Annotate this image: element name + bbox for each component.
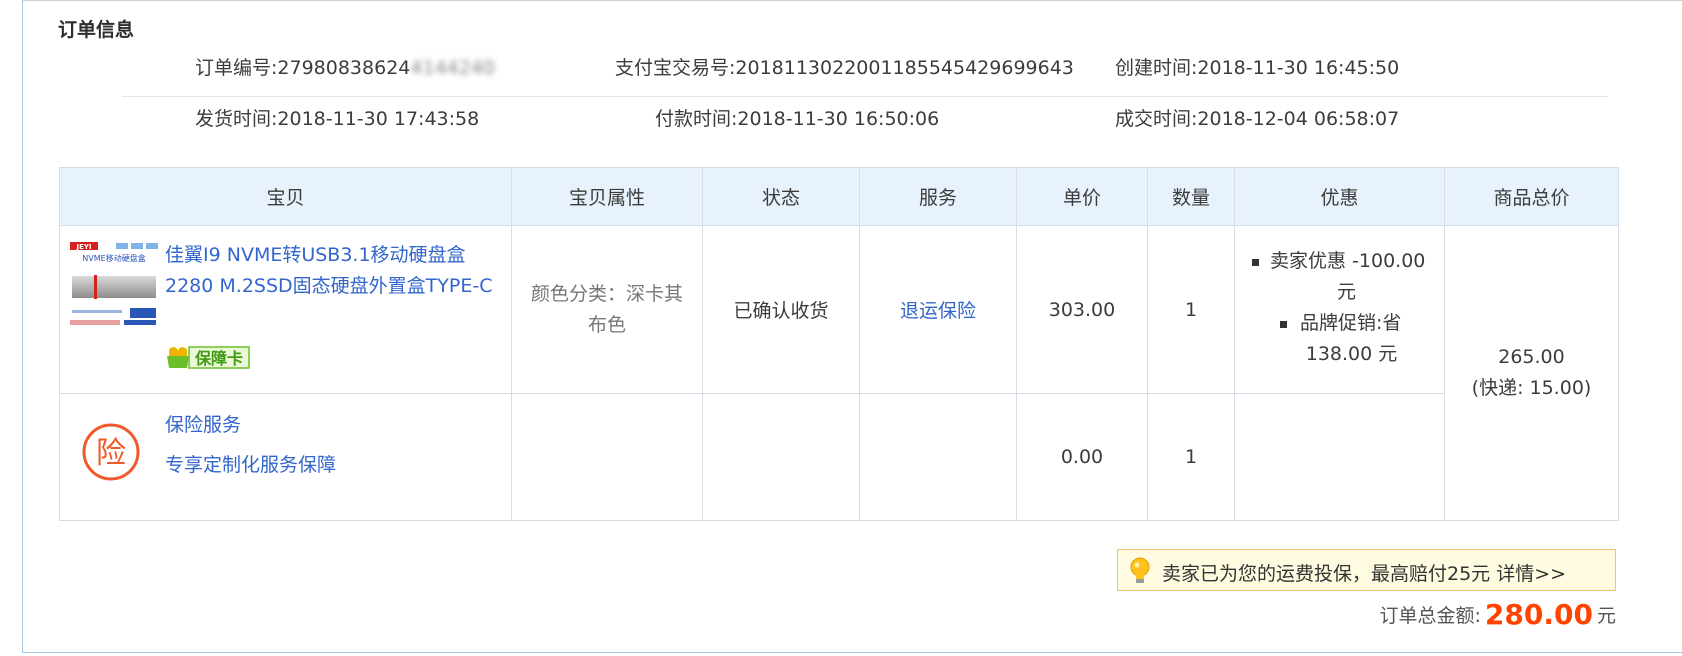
brand-promotion: 品牌促销:省 138.00 元 (1242, 308, 1443, 370)
insurance-service-link[interactable]: 保险服务 (165, 410, 241, 437)
paid-time: 付款时间:2018-11-30 16:50:06 (655, 108, 940, 130)
empty-cell (859, 393, 1017, 521)
unit-price: 303.00 (1016, 225, 1148, 394)
lightbulb-icon (1130, 557, 1150, 583)
product-attribute: 颜色分类：深卡其布色 (511, 225, 703, 394)
guarantee-card-badge[interactable]: 保障卡 (165, 344, 251, 375)
section-title: 订单信息 (58, 19, 135, 41)
header-attribute: 宝贝属性 (511, 167, 703, 226)
bullet-icon (1280, 321, 1287, 328)
guarantee-card-label: 保障卡 (194, 349, 243, 368)
shipping-insurance-notice[interactable]: 卖家已为您的运费投保，最高赔付25元 详情>> (1117, 549, 1616, 591)
header-status: 状态 (702, 167, 860, 226)
seller-discount: 卖家优惠 -100.00 元 (1242, 246, 1443, 308)
header-unit-price: 单价 (1016, 167, 1148, 226)
masked-order-digits: 4144240 (410, 57, 496, 79)
order-number: 订单编号:279808386244144240 (195, 57, 496, 79)
return-shipping-insurance-link[interactable]: 退运保险 (900, 300, 976, 322)
guarantee-card-icon: 保障卡 (167, 346, 250, 369)
header-quantity: 数量 (1147, 167, 1235, 226)
insurance-icon-glyph: 险 (96, 436, 126, 471)
item-total-price: 265.00 (1498, 346, 1565, 368)
order-total-amount: 280.00 (1484, 598, 1593, 631)
total-price-cell: 265.00 (快递: 15.00) (1444, 225, 1619, 521)
table-row: JEYI NVME移动硬盘盒 佳翼I9 NVME转USB3.1移动硬盘盒2280… (59, 225, 1619, 521)
insurance-icon: 险 (82, 423, 140, 481)
header-service: 服务 (859, 167, 1017, 226)
order-total: 订单总金额: 280.00 元 (1360, 598, 1616, 631)
insurance-unit-price: 0.00 (1016, 393, 1148, 521)
product-thumbnail[interactable]: JEYI NVME移动硬盘盒 (68, 240, 160, 336)
table-row: 险 保险服务 专享定制化服务保障 0.00 1 (59, 393, 1619, 521)
insurance-cell: 险 保险服务 专享定制化服务保障 (59, 393, 512, 521)
discount-cell: 卖家优惠 -100.00 元 品牌促销:省 138.00 元 (1234, 225, 1445, 394)
order-info-row-2: 发货时间:2018-11-30 17:43:58 付款时间:2018-11-30… (0, 104, 1682, 144)
order-status: 已确认收货 (702, 225, 860, 394)
discount-list: 卖家优惠 -100.00 元 品牌促销:省 138.00 元 (1236, 246, 1443, 370)
alipay-trade-number: 支付宝交易号:2018113022001185545429699643 (615, 57, 1074, 79)
thumbnail-caption: NVME移动硬盘盒 (82, 253, 145, 263)
order-total-unit: 元 (1596, 605, 1616, 627)
created-time: 创建时间:2018-11-30 16:45:50 (1115, 57, 1400, 79)
product-title-link[interactable]: 佳翼I9 NVME转USB3.1移动硬盘盒2280 M.2SSD固态硬盘外置盒T… (165, 240, 495, 302)
order-info-row-1: 订单编号:279808386244144240 支付宝交易号:201811302… (0, 53, 1682, 93)
quantity: 1 (1147, 225, 1235, 394)
header-discount: 优惠 (1234, 167, 1445, 226)
empty-cell (511, 393, 703, 521)
service-cell: 退运保险 (859, 225, 1017, 394)
thumbnail-brand: JEYI (75, 243, 91, 251)
bullet-icon (1252, 259, 1259, 266)
shipping-fee: (快递: 15.00) (1471, 377, 1592, 399)
order-total-label: 订单总金额: (1379, 605, 1481, 627)
empty-cell (1234, 393, 1445, 521)
insurance-quantity: 1 (1147, 393, 1235, 521)
product-cell: JEYI NVME移动硬盘盒 佳翼I9 NVME转USB3.1移动硬盘盒2280… (59, 225, 512, 394)
order-items-table: 宝贝 宝贝属性 状态 服务 单价 数量 优惠 商品总价 JEYI NVME移动硬… (59, 167, 1619, 521)
closed-time: 成交时间:2018-12-04 06:58:07 (1115, 108, 1400, 130)
header-item: 宝贝 (59, 167, 512, 226)
empty-cell (702, 393, 860, 521)
notice-text: 卖家已为您的运费投保，最高赔付25元 详情>> (1162, 563, 1567, 585)
header-total-price: 商品总价 (1444, 167, 1619, 226)
info-divider (122, 96, 1608, 97)
insurance-description-link[interactable]: 专享定制化服务保障 (165, 450, 336, 477)
shipped-time: 发货时间:2018-11-30 17:43:58 (195, 108, 480, 130)
table-header-row: 宝贝 宝贝属性 状态 服务 单价 数量 优惠 商品总价 (59, 167, 1619, 226)
